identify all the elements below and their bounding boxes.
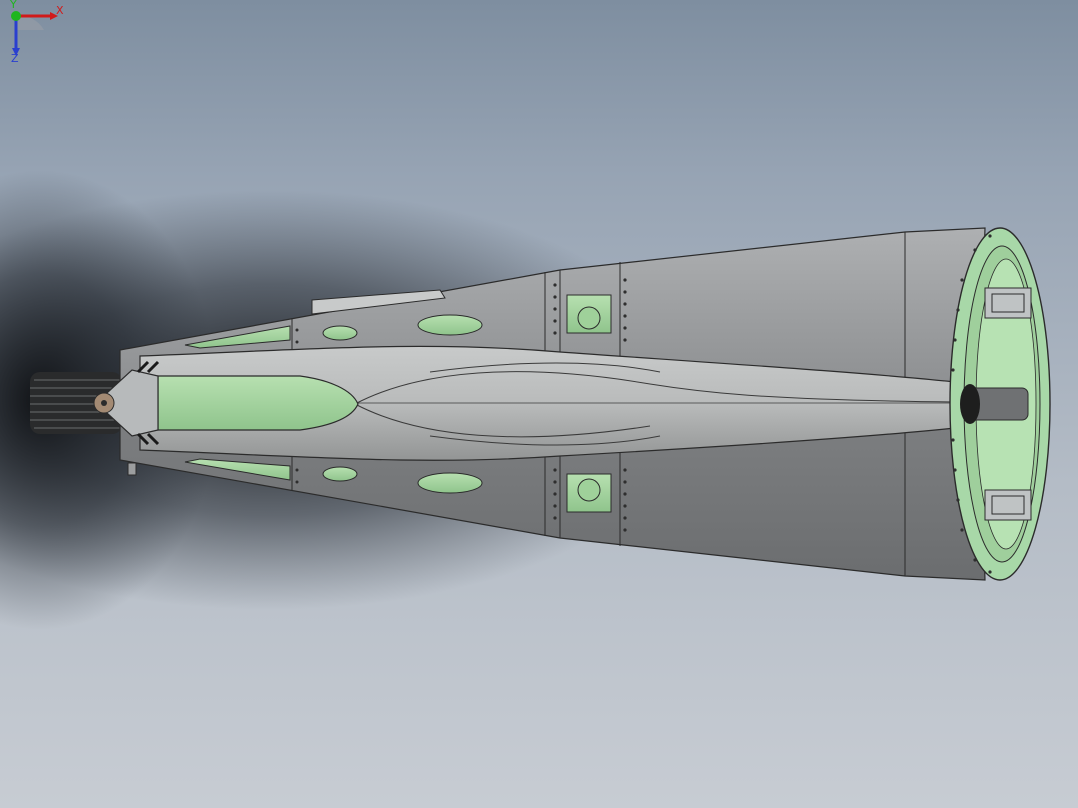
x-axis-label: X — [56, 4, 64, 17]
z-axis-label: Z — [11, 52, 19, 62]
spine-green-insert[interactable] — [157, 375, 359, 431]
front-bulkhead[interactable] — [949, 227, 1051, 581]
y-axis-dot — [11, 11, 21, 21]
graphics-viewport[interactable]: X Y Z — [0, 0, 1078, 808]
cad-model-view[interactable] — [0, 0, 1078, 808]
tail-bolt — [127, 462, 137, 476]
view-orientation-triad[interactable]: X Y Z — [0, 0, 70, 62]
y-axis-label: Y — [9, 0, 17, 11]
